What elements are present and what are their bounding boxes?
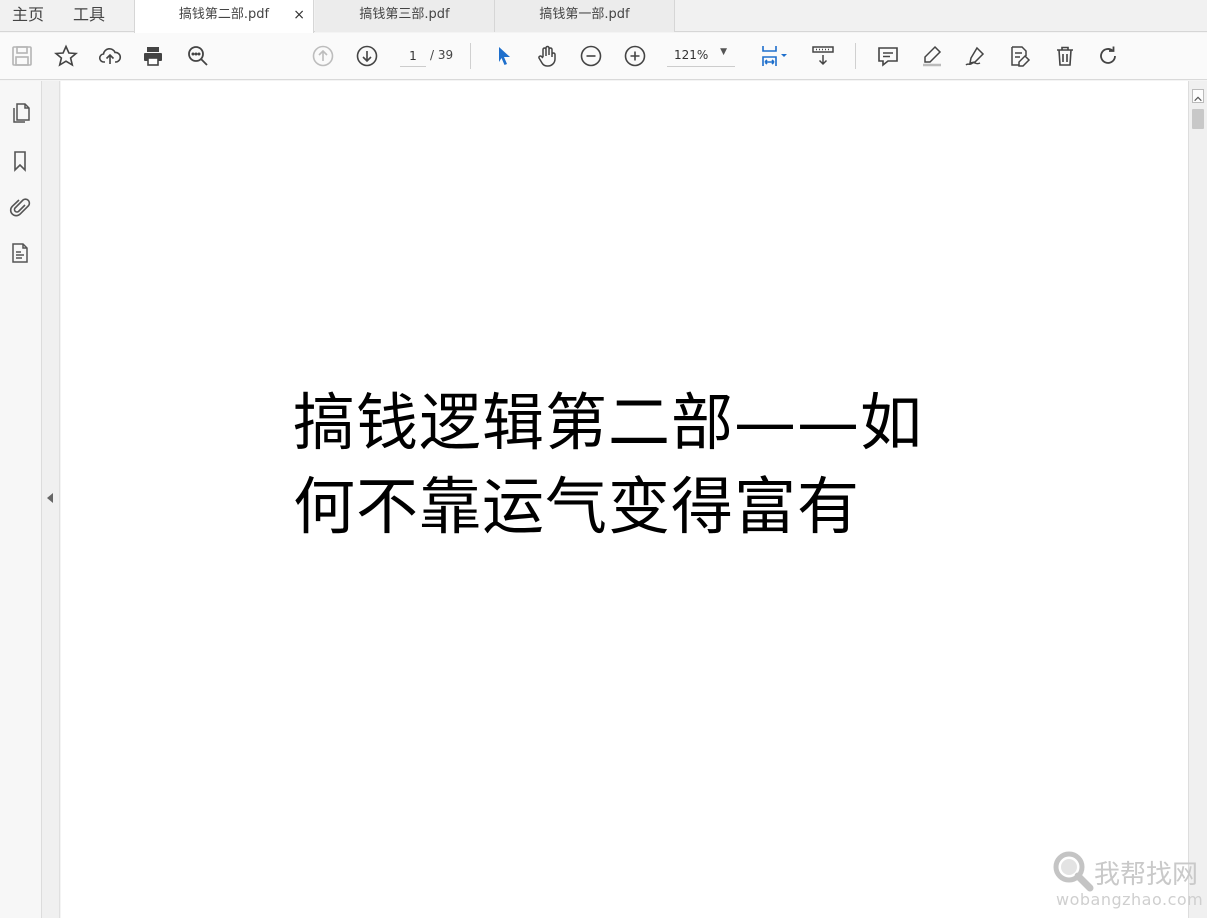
- tab-label: 搞钱第一部.pdf: [539, 7, 630, 22]
- collapse-left-icon[interactable]: [47, 493, 53, 503]
- watermark: 我帮找网 wobangzhao.com: [1050, 848, 1207, 918]
- scroll-mode-icon: [812, 46, 834, 66]
- prev-page-icon: [312, 45, 334, 67]
- next-page-icon: [356, 45, 378, 67]
- tab-bar: 主页 工具 搞钱第二部.pdf × 搞钱第三部.pdf 搞钱第一部.pdf: [0, 0, 1207, 33]
- layers-button[interactable]: [9, 241, 31, 265]
- find-button[interactable]: [183, 41, 213, 71]
- layers-icon: [12, 243, 28, 263]
- hand-tool-button[interactable]: [532, 41, 562, 71]
- fill-sign-button[interactable]: [1005, 41, 1035, 71]
- comment-button[interactable]: [873, 41, 903, 71]
- zoom-in-button[interactable]: [620, 41, 650, 71]
- tab-label: 搞钱第三部.pdf: [359, 7, 450, 22]
- chevron-up-icon: [1194, 96, 1202, 102]
- tab-document-3[interactable]: 搞钱第三部.pdf: [315, 0, 495, 32]
- page-thumbnails-button[interactable]: [9, 101, 31, 125]
- navigation-pane: [0, 81, 42, 918]
- watermark-url: wobangzhao.com: [1056, 890, 1204, 909]
- comment-icon: [878, 47, 898, 67]
- save-icon: [12, 46, 32, 66]
- print-icon: [144, 47, 162, 66]
- hand-pan-icon: [538, 45, 556, 67]
- print-button[interactable]: [138, 41, 168, 71]
- toolbar-divider: [855, 43, 856, 69]
- watermark-text: 我帮找网: [1094, 860, 1199, 890]
- next-page-button[interactable]: [352, 41, 382, 71]
- scroll-thumb[interactable]: [1192, 109, 1204, 129]
- menu-tools[interactable]: 工具: [73, 0, 105, 32]
- highlight-button[interactable]: [917, 41, 947, 71]
- attachments-button[interactable]: [9, 195, 31, 219]
- rotate-button[interactable]: [1093, 41, 1123, 71]
- tab-document-2[interactable]: 搞钱第二部.pdf ×: [134, 0, 314, 33]
- toolbar-divider: [470, 43, 471, 69]
- tab-label: 搞钱第二部.pdf: [178, 7, 270, 22]
- scroll-up-button[interactable]: [1192, 89, 1204, 103]
- select-cursor-icon: [499, 47, 510, 65]
- tab-document-1[interactable]: 搞钱第一部.pdf: [495, 0, 675, 32]
- bookmarks-button[interactable]: [9, 149, 31, 173]
- upload-cloud-icon: [98, 48, 122, 64]
- vertical-scrollbar[interactable]: [1188, 81, 1207, 918]
- page-fit-button[interactable]: [754, 41, 794, 71]
- zoom-out-button[interactable]: [576, 41, 606, 71]
- highlight-icon: [923, 45, 942, 67]
- fill-sign-icon: [1011, 46, 1031, 67]
- upload-button[interactable]: [95, 41, 125, 71]
- star-icon: [54, 44, 78, 67]
- sign-icon: [965, 46, 985, 66]
- attachments-icon: [9, 198, 31, 217]
- bookmark-star-button[interactable]: [51, 41, 81, 71]
- select-tool-button[interactable]: [489, 41, 519, 71]
- zoom-level-select[interactable]: 121% ▼: [667, 45, 735, 67]
- page-total: / 39: [430, 48, 454, 62]
- page-number-input[interactable]: [400, 45, 426, 67]
- close-icon[interactable]: ×: [293, 0, 305, 30]
- prev-page-button[interactable]: [308, 41, 338, 71]
- document-title-line-2: 何不靠运气变得富有: [293, 470, 861, 543]
- zoom-level-value: 121%: [674, 48, 709, 62]
- page-thumbnails-icon: [13, 103, 30, 123]
- bookmarks-icon: [14, 151, 26, 172]
- scroll-mode-button[interactable]: [808, 41, 838, 71]
- sign-button[interactable]: [960, 41, 990, 71]
- zoom-out-icon: [580, 45, 602, 67]
- chevron-down-icon: ▼: [720, 47, 727, 57]
- magnifier-logo-icon: [1053, 851, 1094, 892]
- document-title-line-1: 搞钱逻辑第二部——如: [293, 386, 924, 459]
- zoom-search-icon: [188, 46, 208, 66]
- zoom-in-icon: [624, 45, 646, 67]
- delete-icon: [1057, 46, 1073, 66]
- rotate-icon: [1100, 46, 1116, 64]
- fit-page-icon: [762, 46, 787, 66]
- main-toolbar: / 39 121% ▼: [0, 33, 1207, 80]
- delete-button[interactable]: [1050, 41, 1080, 71]
- save-button[interactable]: [7, 41, 37, 71]
- document-title: 搞钱逻辑第二部——如 何不靠运气变得富有: [293, 381, 973, 549]
- menu-home[interactable]: 主页: [12, 0, 44, 32]
- document-page: 搞钱逻辑第二部——如 何不靠运气变得富有: [61, 81, 1188, 918]
- pane-collapse-handle: [42, 81, 60, 918]
